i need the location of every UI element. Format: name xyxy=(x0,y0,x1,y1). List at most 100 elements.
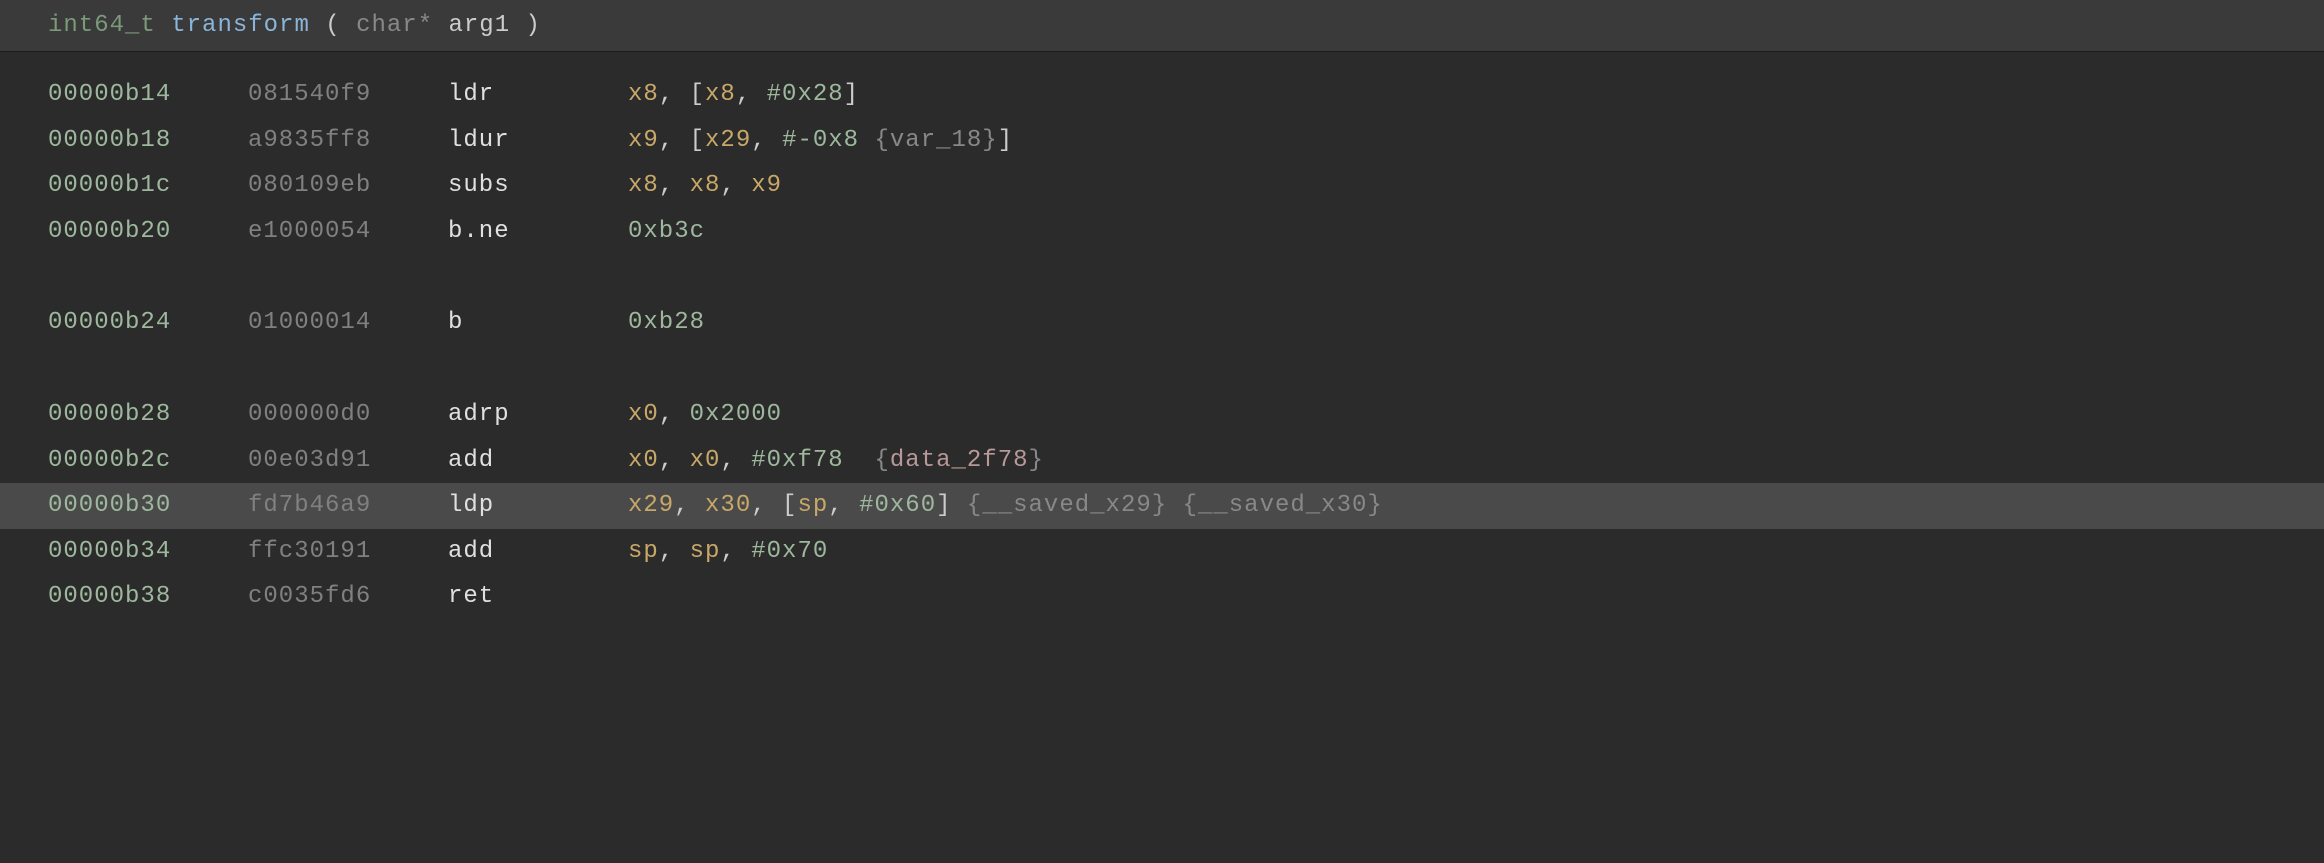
operands-column: x0, x0, #0xf78 {data_2f78} xyxy=(628,438,2276,484)
bytes-column: 00e03d91 xyxy=(248,438,448,484)
bytes-column: ffc30191 xyxy=(248,529,448,575)
operand-token-num: 0xb28 xyxy=(628,309,705,336)
operands-column: sp, sp, #0x70 xyxy=(628,529,2276,575)
operand-token-punct xyxy=(859,127,874,154)
operands-column: x0, 0x2000 xyxy=(628,392,2276,438)
blank-line xyxy=(0,346,2324,392)
operand-token-num: #0xf78 xyxy=(751,447,843,474)
bytes-column: 000000d0 xyxy=(248,392,448,438)
disassembly-line[interactable]: 00000b18a9835ff8ldurx9, [x29, #-0x8 {var… xyxy=(0,118,2324,164)
bytes-column: 081540f9 xyxy=(248,72,448,118)
bytes-column: fd7b46a9 xyxy=(248,483,448,529)
mnemonic-column: adrp xyxy=(448,392,628,438)
operand-token-punct xyxy=(844,447,875,474)
operand-token-num: #0x28 xyxy=(767,81,844,108)
operand-token-punct: ] xyxy=(936,492,967,519)
operand-token-punct: , xyxy=(659,538,690,565)
mnemonic-column: ldp xyxy=(448,483,628,529)
param-name: arg1 xyxy=(449,12,511,39)
operand-token-punct: , xyxy=(659,447,690,474)
operand-token-punct: , xyxy=(720,172,751,199)
disassembly-line[interactable]: 00000b30fd7b46a9ldpx29, x30, [sp, #0x60]… xyxy=(0,483,2324,529)
operand-token-brace-var: {__saved_x29} xyxy=(967,492,1167,519)
function-name[interactable]: transform xyxy=(171,12,310,39)
bytes-column: a9835ff8 xyxy=(248,118,448,164)
mnemonic-column: b xyxy=(448,300,628,346)
operand-token-reg: sp xyxy=(690,538,721,565)
operand-token-reg: x8 xyxy=(628,172,659,199)
operand-token-reg: x0 xyxy=(690,447,721,474)
operand-token-punct: , xyxy=(828,492,859,519)
operand-token-reg: x29 xyxy=(628,492,674,519)
mnemonic-column: subs xyxy=(448,163,628,209)
address-column: 00000b14 xyxy=(48,72,248,118)
operand-token-punct: , xyxy=(674,492,705,519)
operands-column xyxy=(628,574,2276,620)
mnemonic-column: ldur xyxy=(448,118,628,164)
disassembly-line[interactable]: 00000b2401000014b0xb28 xyxy=(0,300,2324,346)
disassembly-line[interactable]: 00000b2c00e03d91addx0, x0, #0xf78 {data_… xyxy=(0,438,2324,484)
blank-line xyxy=(0,254,2324,300)
operand-token-punct: , xyxy=(659,172,690,199)
operand-token-punct: ] xyxy=(998,127,1013,154)
disassembly-body: 00000b14081540f9ldrx8, [x8, #0x28]00000b… xyxy=(0,52,2324,620)
mnemonic-column: add xyxy=(448,438,628,484)
disassembly-line[interactable]: 00000b20e1000054b.ne0xb3c xyxy=(0,209,2324,255)
operands-column: x9, [x29, #-0x8 {var_18}] xyxy=(628,118,2276,164)
bytes-column: 080109eb xyxy=(248,163,448,209)
operand-token-reg: x9 xyxy=(628,127,659,154)
operand-token-num: 0x2000 xyxy=(690,401,782,428)
address-column: 00000b34 xyxy=(48,529,248,575)
bytes-column: 01000014 xyxy=(248,300,448,346)
operand-token-data-ref: data_2f78 xyxy=(890,447,1029,474)
operand-token-reg: sp xyxy=(797,492,828,519)
address-column: 00000b24 xyxy=(48,300,248,346)
operand-token-num: 0xb3c xyxy=(628,218,705,245)
operand-token-punct: , xyxy=(736,81,767,108)
operand-token-punct: , [ xyxy=(659,81,705,108)
disassembly-line[interactable]: 00000b34ffc30191addsp, sp, #0x70 xyxy=(0,529,2324,575)
operand-token-punct: , [ xyxy=(659,127,705,154)
operands-column: x8, [x8, #0x28] xyxy=(628,72,2276,118)
address-column: 00000b1c xyxy=(48,163,248,209)
operand-token-brace-var: } xyxy=(1029,447,1044,474)
address-column: 00000b2c xyxy=(48,438,248,484)
address-column: 00000b20 xyxy=(48,209,248,255)
open-paren: ( xyxy=(325,12,340,39)
operand-token-reg: x9 xyxy=(751,172,782,199)
operand-token-punct: , xyxy=(659,401,690,428)
bytes-column: c0035fd6 xyxy=(248,574,448,620)
bytes-column: e1000054 xyxy=(248,209,448,255)
address-column: 00000b30 xyxy=(48,483,248,529)
operand-token-reg: x0 xyxy=(628,401,659,428)
operands-column: 0xb28 xyxy=(628,300,2276,346)
operands-column: x8, x8, x9 xyxy=(628,163,2276,209)
return-type: int64_t xyxy=(48,12,156,39)
operand-token-punct: , xyxy=(751,127,782,154)
mnemonic-column: b.ne xyxy=(448,209,628,255)
operand-token-reg: x8 xyxy=(705,81,736,108)
address-column: 00000b18 xyxy=(48,118,248,164)
operand-token-num: #0x60 xyxy=(859,492,936,519)
address-column: 00000b28 xyxy=(48,392,248,438)
operands-column: x29, x30, [sp, #0x60] {__saved_x29} {__s… xyxy=(628,483,2276,529)
operand-token-punct: , [ xyxy=(751,492,797,519)
operand-token-num: #-0x8 xyxy=(782,127,859,154)
mnemonic-column: ldr xyxy=(448,72,628,118)
operand-token-reg: x30 xyxy=(705,492,751,519)
operand-token-num: #0x70 xyxy=(751,538,828,565)
disassembly-line[interactable]: 00000b38c0035fd6ret xyxy=(0,574,2324,620)
operand-token-brace-var: {var_18} xyxy=(874,127,997,154)
operand-token-reg: x8 xyxy=(628,81,659,108)
mnemonic-column: add xyxy=(448,529,628,575)
operand-token-reg: x29 xyxy=(705,127,751,154)
disassembly-line[interactable]: 00000b28000000d0adrpx0, 0x2000 xyxy=(0,392,2324,438)
operand-token-reg: sp xyxy=(628,538,659,565)
operand-token-punct: , xyxy=(720,538,751,565)
disassembly-line[interactable]: 00000b14081540f9ldrx8, [x8, #0x28] xyxy=(0,72,2324,118)
operand-token-reg: x0 xyxy=(628,447,659,474)
disassembly-line[interactable]: 00000b1c080109ebsubsx8, x8, x9 xyxy=(0,163,2324,209)
operand-token-punct: , xyxy=(720,447,751,474)
address-column: 00000b38 xyxy=(48,574,248,620)
operand-token-brace-var: { xyxy=(874,447,889,474)
